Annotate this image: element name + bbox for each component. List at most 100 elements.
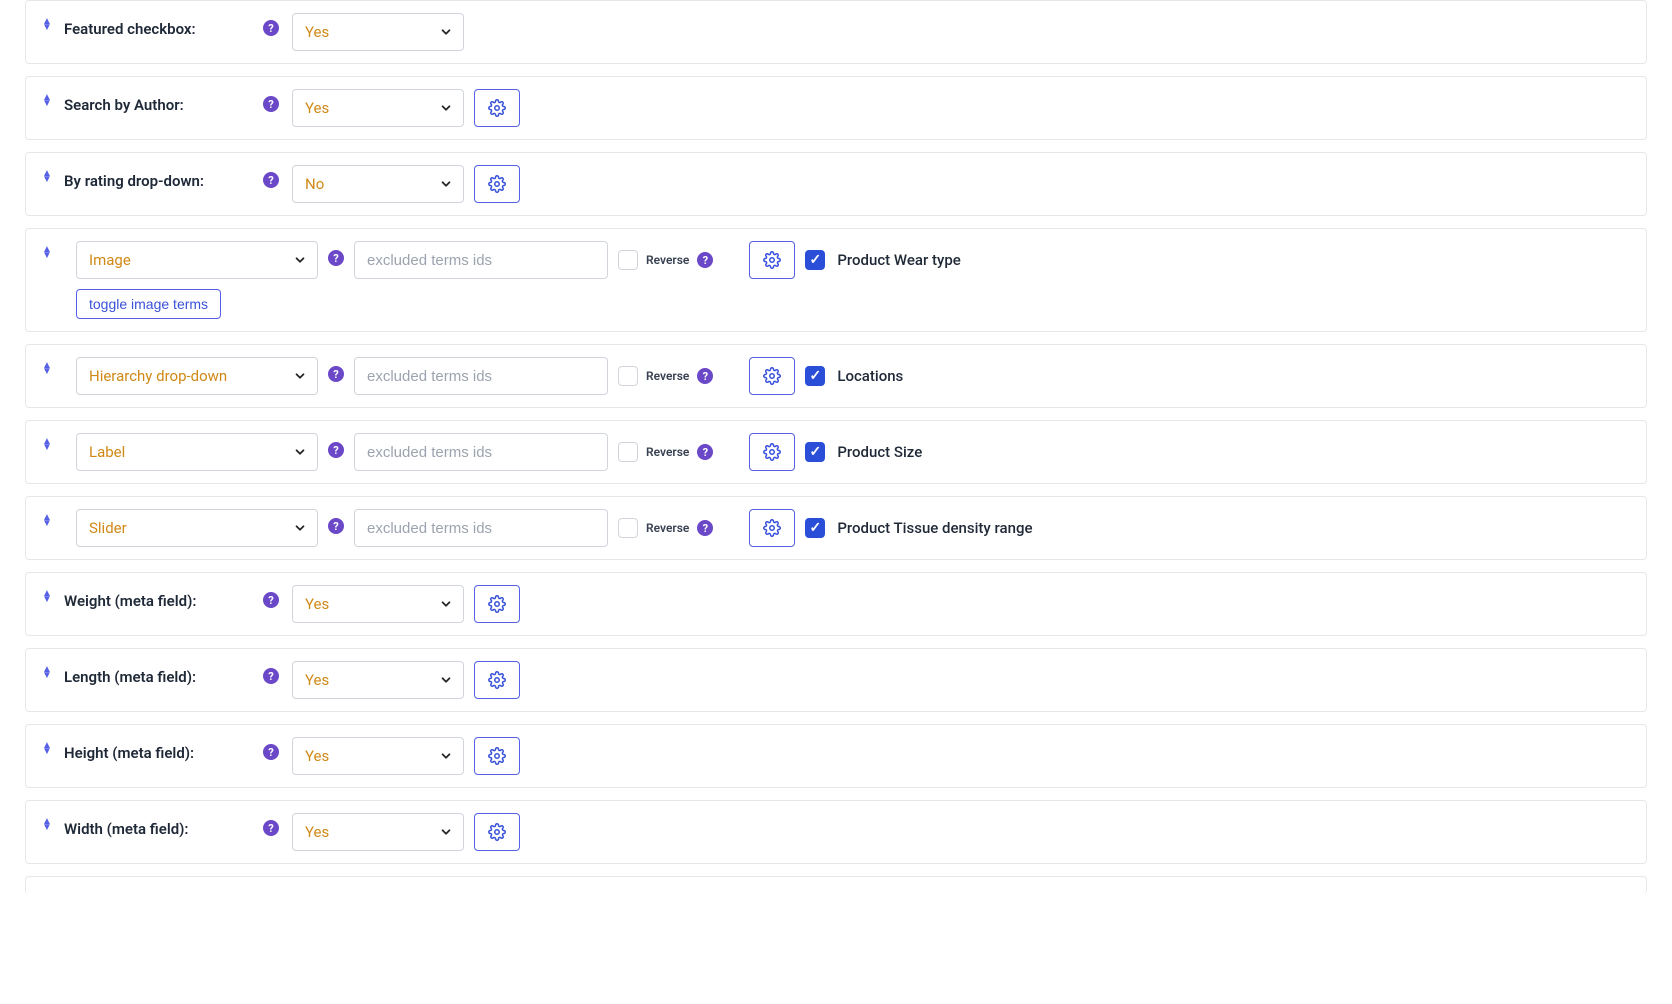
chevron-down-icon <box>293 369 307 383</box>
chevron-down-icon <box>439 825 453 839</box>
sort-handle-icon[interactable]: ▲▼ <box>40 813 54 831</box>
sort-handle-icon[interactable]: ▲▼ <box>40 737 54 755</box>
sort-handle-icon[interactable]: ▲▼ <box>40 241 54 259</box>
help-icon[interactable]: ? <box>328 366 344 382</box>
excluded-terms-input[interactable] <box>354 357 608 395</box>
settings-button[interactable] <box>474 813 520 851</box>
select-view-type[interactable]: Slider <box>76 509 318 547</box>
help-icon[interactable]: ? <box>263 592 279 608</box>
chevron-down-icon <box>439 25 453 39</box>
label-width: Width (meta field): <box>64 813 250 838</box>
sort-handle-icon[interactable]: ▲▼ <box>40 13 54 31</box>
select-rating[interactable]: No <box>292 165 464 203</box>
help-icon[interactable]: ? <box>263 820 279 836</box>
chevron-down-icon <box>439 177 453 191</box>
help-icon[interactable]: ? <box>328 518 344 534</box>
select-view-type[interactable]: Image <box>76 241 318 279</box>
help-icon[interactable]: ? <box>263 20 279 36</box>
select-height[interactable]: Yes <box>292 737 464 775</box>
sort-handle-icon[interactable]: ▲▼ <box>40 661 54 679</box>
reverse-checkbox[interactable] <box>618 366 638 386</box>
help-icon[interactable]: ? <box>263 668 279 684</box>
select-author[interactable]: Yes <box>292 89 464 127</box>
help-icon[interactable]: ? <box>697 368 713 384</box>
sort-handle-icon[interactable]: ▲▼ <box>40 433 54 451</box>
label-rating: By rating drop-down: <box>64 165 250 190</box>
label-length: Length (meta field): <box>64 661 250 686</box>
excluded-terms-input[interactable] <box>354 433 608 471</box>
row-product-tissue-density: ▲▼ Slider ? Reverse ? Product Tissue den… <box>25 496 1647 560</box>
attribute-name: Locations <box>837 367 903 385</box>
reverse-label: Reverse <box>646 253 689 267</box>
settings-button[interactable] <box>749 509 795 547</box>
label-weight: Weight (meta field): <box>64 585 250 610</box>
chevron-down-icon <box>293 253 307 267</box>
settings-button[interactable] <box>749 433 795 471</box>
attribute-name: Product Wear type <box>837 251 960 269</box>
attribute-name: Product Size <box>837 443 922 461</box>
enable-checkbox[interactable] <box>805 366 825 386</box>
row-height: ▲▼ Height (meta field): ? Yes <box>25 724 1647 788</box>
select-value: Label <box>89 443 125 461</box>
row-rating: ▲▼ By rating drop-down: ? No <box>25 152 1647 216</box>
enable-checkbox[interactable] <box>805 250 825 270</box>
reverse-checkbox[interactable] <box>618 518 638 538</box>
settings-button[interactable] <box>474 89 520 127</box>
select-value: Hierarchy drop-down <box>89 367 227 385</box>
select-value: Yes <box>305 823 329 841</box>
select-value: No <box>305 175 324 193</box>
reverse-label: Reverse <box>646 521 689 535</box>
row-length: ▲▼ Length (meta field): ? Yes <box>25 648 1647 712</box>
settings-button[interactable] <box>474 585 520 623</box>
help-icon[interactable]: ? <box>263 96 279 112</box>
sort-handle-icon[interactable]: ▲▼ <box>40 889 54 894</box>
settings-button[interactable] <box>474 165 520 203</box>
select-view-type[interactable]: Label <box>76 433 318 471</box>
row-partial: ▲▼ <box>25 876 1647 894</box>
row-author: ▲▼ Search by Author: ? Yes <box>25 76 1647 140</box>
enable-checkbox[interactable] <box>805 442 825 462</box>
reverse-checkbox[interactable] <box>618 250 638 270</box>
help-icon[interactable]: ? <box>697 444 713 460</box>
label-featured: Featured checkbox: <box>64 13 250 38</box>
settings-button[interactable] <box>474 661 520 699</box>
enable-checkbox[interactable] <box>805 518 825 538</box>
select-length[interactable]: Yes <box>292 661 464 699</box>
sort-handle-icon[interactable]: ▲▼ <box>40 357 54 375</box>
reverse-checkbox[interactable] <box>618 442 638 462</box>
settings-button[interactable] <box>474 737 520 775</box>
select-weight[interactable]: Yes <box>292 585 464 623</box>
help-icon[interactable]: ? <box>263 172 279 188</box>
chevron-down-icon <box>439 749 453 763</box>
label-author: Search by Author: <box>64 89 250 114</box>
chevron-down-icon <box>439 673 453 687</box>
row-product-size: ▲▼ Label ? Reverse ? Product Size <box>25 420 1647 484</box>
settings-button[interactable] <box>749 357 795 395</box>
excluded-terms-input[interactable] <box>354 241 608 279</box>
select-featured[interactable]: Yes <box>292 13 464 51</box>
help-icon[interactable]: ? <box>263 744 279 760</box>
select-value: Yes <box>305 595 329 613</box>
help-icon[interactable]: ? <box>697 520 713 536</box>
sort-handle-icon[interactable]: ▲▼ <box>40 509 54 527</box>
row-width: ▲▼ Width (meta field): ? Yes <box>25 800 1647 864</box>
select-view-type[interactable]: Hierarchy drop-down <box>76 357 318 395</box>
attribute-name: Product Tissue density range <box>837 519 1032 537</box>
sort-handle-icon[interactable]: ▲▼ <box>40 89 54 107</box>
excluded-terms-input[interactable] <box>354 509 608 547</box>
select-value: Slider <box>89 519 127 537</box>
toggle-image-terms-button[interactable]: toggle image terms <box>76 289 221 319</box>
reverse-label: Reverse <box>646 369 689 383</box>
select-value: Image <box>89 251 131 269</box>
settings-button[interactable] <box>749 241 795 279</box>
help-icon[interactable]: ? <box>697 252 713 268</box>
sort-handle-icon[interactable]: ▲▼ <box>40 585 54 603</box>
help-icon[interactable]: ? <box>328 250 344 266</box>
select-width[interactable]: Yes <box>292 813 464 851</box>
chevron-down-icon <box>439 597 453 611</box>
sort-handle-icon[interactable]: ▲▼ <box>40 165 54 183</box>
select-value: Yes <box>305 99 329 117</box>
help-icon[interactable]: ? <box>328 442 344 458</box>
row-locations: ▲▼ Hierarchy drop-down ? Reverse ? Locat… <box>25 344 1647 408</box>
select-value: Yes <box>305 747 329 765</box>
